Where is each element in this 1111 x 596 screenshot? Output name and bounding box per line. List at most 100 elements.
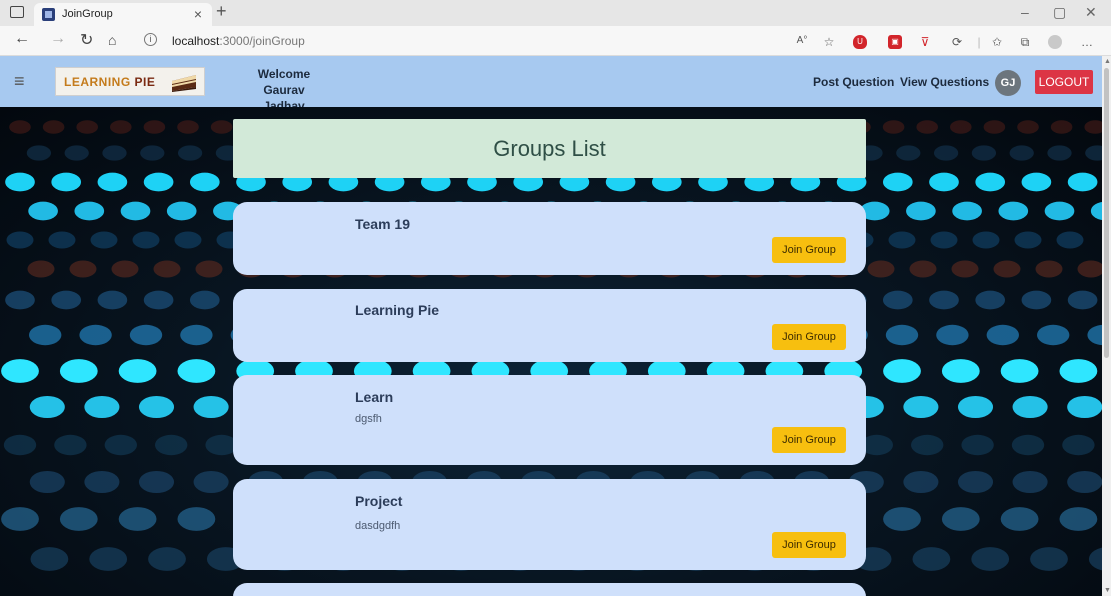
more-menu-icon[interactable]: … xyxy=(1080,35,1094,49)
background-dot xyxy=(143,290,174,310)
group-card: Learning Pie Join Group xyxy=(233,289,866,362)
background-dot xyxy=(957,395,994,419)
background-dot xyxy=(929,172,959,192)
background-dot xyxy=(59,359,98,383)
view-questions-link[interactable]: View Questions xyxy=(900,75,989,89)
background-dot xyxy=(998,201,1029,221)
background-dot xyxy=(195,260,223,278)
background-dot xyxy=(27,260,55,278)
background-dot xyxy=(972,231,1000,249)
background-dot xyxy=(54,434,87,456)
restore-icon[interactable]: ▢ xyxy=(1053,4,1066,21)
logout-button[interactable]: LOGOUT xyxy=(1035,70,1093,94)
scroll-thumb[interactable] xyxy=(1104,68,1109,358)
background-dot xyxy=(1085,145,1102,161)
background-dot xyxy=(6,231,34,249)
welcome-label: Welcome xyxy=(257,67,311,81)
background-dot xyxy=(1021,290,1052,310)
learning-pie-logo[interactable]: LEARNING PIE xyxy=(55,67,205,96)
background-dot xyxy=(1021,172,1052,192)
logo-text: LEARNING PIE xyxy=(64,75,156,89)
refresh-icon[interactable]: ↻ xyxy=(80,30,93,50)
read-aloud-icon[interactable]: A° xyxy=(795,34,809,48)
tab-close-icon[interactable]: × xyxy=(194,6,202,22)
group-card: Learn dgsfh Join Group xyxy=(233,375,866,465)
background-dot xyxy=(140,145,165,161)
background-dot xyxy=(193,470,229,494)
background-dot xyxy=(1009,145,1034,161)
background-dot xyxy=(193,395,229,419)
background-dot xyxy=(48,231,76,249)
back-arrow-icon[interactable]: ← xyxy=(14,30,30,48)
background-dot xyxy=(903,470,939,494)
minimize-icon[interactable]: – xyxy=(1021,4,1029,20)
background-dot xyxy=(883,507,921,531)
background-dot xyxy=(1047,145,1072,161)
group-description: dgsfh xyxy=(355,413,382,425)
profile-icon[interactable] xyxy=(1048,35,1062,49)
favorites-icon[interactable]: ✩ xyxy=(990,35,1004,49)
join-group-button[interactable]: Join Group xyxy=(772,532,846,558)
background-dot xyxy=(961,434,994,456)
group-name: Project xyxy=(355,493,403,509)
join-group-button[interactable]: Join Group xyxy=(772,324,846,350)
site-info-icon[interactable]: i xyxy=(144,33,157,46)
background-dot xyxy=(1044,201,1075,221)
background-dot xyxy=(166,201,197,221)
background-dot xyxy=(885,324,919,346)
background-dot xyxy=(64,145,89,161)
background-dot xyxy=(155,434,188,456)
cake-icon xyxy=(172,75,196,92)
avatar[interactable]: GJ xyxy=(995,70,1021,96)
pocket-extension-icon[interactable]: ⊽ xyxy=(918,35,932,49)
home-icon[interactable]: ⌂ xyxy=(108,32,116,48)
join-group-button[interactable]: Join Group xyxy=(772,237,846,263)
background-dot xyxy=(986,324,1019,346)
background-dot xyxy=(971,145,997,161)
background-dot xyxy=(189,290,220,310)
background-dot xyxy=(1000,359,1039,383)
background-dot xyxy=(916,120,938,134)
url-input[interactable]: i localhost:3000/joinGroup xyxy=(138,30,778,52)
background-dot xyxy=(882,172,913,192)
page-scrollbar[interactable]: ▲ ▼ xyxy=(1102,56,1111,596)
background-dot xyxy=(975,290,1006,310)
background-dot xyxy=(120,201,151,221)
scroll-up-icon[interactable]: ▲ xyxy=(1104,58,1111,65)
background-dot xyxy=(971,547,1010,571)
tab-actions-icon[interactable] xyxy=(10,6,24,18)
hamburger-icon[interactable]: ≡ xyxy=(14,71,25,92)
ublock-extension-icon[interactable]: U xyxy=(853,35,867,49)
group-card: Project dasdgdfh Join Group xyxy=(233,479,866,570)
post-question-link[interactable]: Post Question xyxy=(813,75,894,89)
background-dot xyxy=(5,290,35,310)
extension-red-icon[interactable]: ▣ xyxy=(888,35,902,49)
background-dot xyxy=(76,120,98,134)
background-dot xyxy=(1067,290,1098,310)
background-dot xyxy=(941,507,980,531)
background-dot xyxy=(1067,172,1098,192)
background-dot xyxy=(28,201,58,221)
scroll-down-icon[interactable]: ▼ xyxy=(1104,587,1111,594)
favorite-star-icon[interactable]: ☆ xyxy=(822,35,836,49)
background-dot xyxy=(951,260,979,278)
background-dot xyxy=(29,324,62,346)
background-dot xyxy=(189,172,220,192)
join-group-button[interactable]: Join Group xyxy=(772,427,846,453)
window-close-icon[interactable]: ✕ xyxy=(1085,4,1097,21)
group-card: Team 19 Join Group xyxy=(233,202,866,275)
collections-icon[interactable]: ⧉ xyxy=(1018,35,1032,49)
browser-tab[interactable]: JoinGroup × xyxy=(34,3,212,26)
background-dot xyxy=(1067,470,1102,494)
background-dot xyxy=(883,359,921,383)
new-tab-icon[interactable]: + xyxy=(216,1,227,22)
background-dot xyxy=(110,120,132,134)
background-dot xyxy=(97,290,128,310)
background-dot xyxy=(1084,120,1102,134)
background-dot xyxy=(118,359,157,383)
extension-icon[interactable]: ⟳ xyxy=(950,35,964,49)
background-dot xyxy=(1000,507,1039,531)
background-dot xyxy=(74,201,105,221)
forward-arrow-icon[interactable]: → xyxy=(50,30,66,48)
background-dot xyxy=(867,260,895,278)
